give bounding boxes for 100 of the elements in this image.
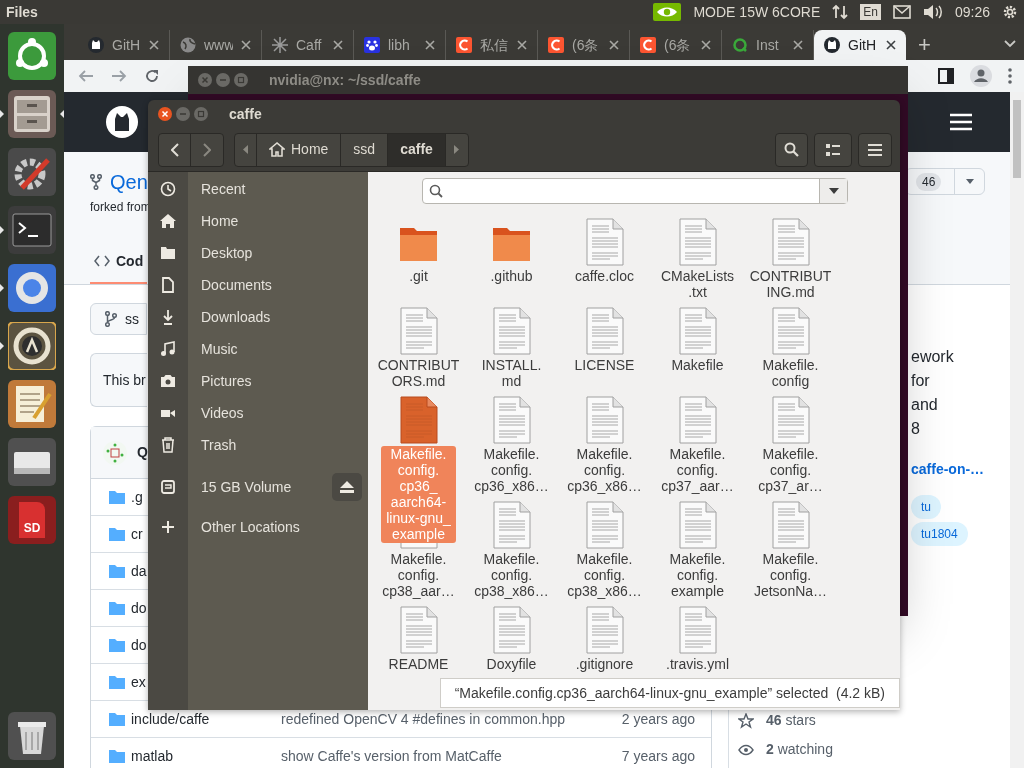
- commit-message[interactable]: show Caffe's version from MatCaffe: [281, 745, 502, 767]
- browser-tab[interactable]: GitH: [814, 30, 906, 60]
- file-name[interactable]: Makefile: [671, 357, 724, 374]
- file-name[interactable]: Makefile. config. cp37_ar…: [758, 446, 823, 495]
- file-name[interactable]: caffe.cloc: [575, 268, 634, 285]
- file-name[interactable]: .github: [490, 268, 533, 285]
- close-icon[interactable]: [517, 40, 527, 50]
- reload-icon[interactable]: [144, 68, 160, 84]
- status-overlay: “Makefile.config.cp36_aarch64-linux-gnu_example” selected (4.2 kB): [439, 678, 900, 708]
- close-icon[interactable]: [149, 40, 159, 50]
- watchers-count[interactable]: 2 watching: [766, 739, 833, 760]
- more-icon[interactable]: [1008, 68, 1012, 84]
- file-name[interactable]: Makefile. config. cp37_aar…: [661, 446, 734, 495]
- file-name-link[interactable]: matlab: [131, 747, 174, 764]
- path-button[interactable]: caffe: [388, 133, 446, 166]
- file-name[interactable]: Makefile. config. cp36_x86…: [567, 446, 642, 495]
- new-tab-button[interactable]: +: [918, 30, 931, 60]
- profile-icon[interactable]: [970, 65, 992, 87]
- drive-icon[interactable]: [8, 438, 56, 486]
- ring-logo-icon[interactable]: [8, 32, 56, 80]
- close-icon[interactable]: [333, 40, 343, 50]
- file-name-link[interactable]: .g: [131, 488, 143, 505]
- close-icon[interactable]: [793, 40, 803, 50]
- file-cabinet-icon[interactable]: [8, 90, 56, 138]
- sd-card-launcher-button[interactable]: SD: [8, 496, 56, 544]
- document-icon: [770, 307, 811, 355]
- stars-count[interactable]: 46 stars: [766, 710, 816, 731]
- commit-age: 2 years ago: [621, 709, 695, 729]
- sidebar-icon[interactable]: [938, 68, 954, 84]
- file-name[interactable]: .git: [409, 268, 428, 285]
- view-toggle-button[interactable]: [814, 132, 852, 167]
- close-icon[interactable]: [609, 40, 619, 50]
- sidebar-item[interactable]: Videos: [201, 402, 244, 424]
- close-icon[interactable]: [241, 40, 251, 50]
- close-icon[interactable]: [701, 40, 711, 50]
- clock-icon: [160, 181, 176, 197]
- close-icon[interactable]: [425, 40, 435, 50]
- about-text: 8: [911, 419, 921, 439]
- notepad-icon[interactable]: [8, 380, 56, 428]
- sidebar-item[interactable]: Pictures: [201, 370, 252, 392]
- file-name[interactable]: CMakeLists .txt: [660, 268, 735, 301]
- menu-icon[interactable]: [950, 113, 972, 131]
- file-name[interactable]: Makefile. config. JetsonNa…: [753, 551, 828, 600]
- sidebar-item[interactable]: Recent: [201, 178, 246, 200]
- cat-logo-icon[interactable]: [106, 106, 138, 138]
- scrollbar-thumb[interactable]: [1013, 100, 1021, 178]
- sidebar-item[interactable]: Desktop: [201, 242, 253, 264]
- file-name[interactable]: .gitignore: [575, 656, 634, 673]
- folder-icon: [109, 638, 125, 652]
- path-button[interactable]: Home: [257, 133, 342, 166]
- file-name-link[interactable]: ex: [131, 673, 146, 690]
- file-name[interactable]: Makefile. config. example: [669, 551, 726, 600]
- search-button[interactable]: [775, 132, 808, 167]
- file-name[interactable]: Doxyfile: [486, 656, 537, 673]
- fork-count-button[interactable]: 46: [905, 168, 985, 195]
- topic-tag[interactable]: tu1804: [911, 522, 968, 546]
- sidebar-item[interactable]: Documents: [201, 274, 272, 296]
- music-note-icon: [160, 341, 176, 357]
- close-icon[interactable]: [158, 107, 172, 121]
- commit-message[interactable]: redefined OpenCV 4 #defines in common.hpp: [281, 708, 566, 730]
- sidebar-item[interactable]: Home: [201, 210, 239, 232]
- file-name[interactable]: INSTALL. md: [481, 357, 542, 390]
- sidebar-item[interactable]: Trash: [201, 434, 237, 456]
- branch-button[interactable]: ss: [90, 303, 147, 335]
- browser-icon[interactable]: [8, 264, 56, 312]
- trash-icon[interactable]: [8, 712, 56, 760]
- website-link[interactable]: caffe-on-…: [911, 457, 1010, 481]
- terminal-icon[interactable]: [8, 206, 56, 254]
- folder-icon: [109, 675, 125, 689]
- topic-tag[interactable]: tu: [911, 495, 941, 519]
- file-name-link[interactable]: da: [131, 562, 147, 579]
- branch-icon: [105, 311, 117, 327]
- gear-icon[interactable]: [8, 148, 56, 196]
- cat-logo-icon: [88, 37, 104, 53]
- repo-name-link[interactable]: Qen: [110, 167, 148, 197]
- file-name[interactable]: Makefile. config. cp38_x86…: [567, 551, 642, 600]
- search-field[interactable]: [422, 178, 848, 204]
- sidebar-item[interactable]: Other Locations: [201, 516, 300, 538]
- file-name-link[interactable]: do: [131, 636, 147, 653]
- file-name[interactable]: Makefile. config. cp36_x86…: [474, 446, 549, 495]
- eject-button[interactable]: [332, 473, 362, 501]
- file-name[interactable]: CONTRIBUT ORS.md: [377, 357, 460, 390]
- file-name[interactable]: Makefile. config: [762, 357, 819, 390]
- search-icon: [784, 142, 799, 157]
- file-name-link[interactable]: do: [131, 599, 147, 616]
- updown-arrows-icon: [832, 4, 849, 20]
- file-name[interactable]: CONTRIBUT ING.md: [749, 268, 832, 301]
- file-name-link[interactable]: include/caffe: [131, 710, 210, 727]
- sidebar-item[interactable]: Music: [201, 338, 238, 360]
- file-name-link[interactable]: cr: [131, 525, 143, 542]
- file-name[interactable]: README: [388, 656, 449, 673]
- sidebar-item[interactable]: Downloads: [201, 306, 271, 328]
- file-name[interactable]: Makefile. config. cp38_aar…: [382, 551, 455, 600]
- file-name[interactable]: LICENSE: [574, 357, 635, 374]
- sidebar-item[interactable]: 15 GB Volume: [201, 476, 292, 498]
- file-name[interactable]: Makefile. config. cp38_x86…: [474, 551, 549, 600]
- menu-button[interactable]: [858, 132, 892, 167]
- close-icon[interactable]: [886, 40, 896, 50]
- file-name[interactable]: .travis.yml: [666, 656, 729, 673]
- caret-icon[interactable]: [1004, 40, 1016, 48]
